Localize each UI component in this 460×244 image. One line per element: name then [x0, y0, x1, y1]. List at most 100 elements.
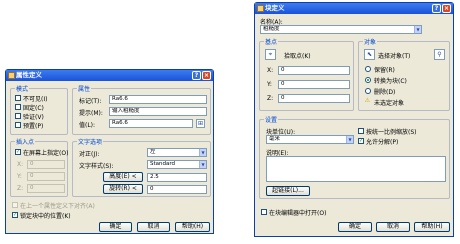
close-button[interactable]: ×: [442, 4, 451, 13]
delete-label: 删除(D): [374, 89, 396, 96]
insert-field-icon[interactable]: ⊞: [196, 119, 205, 128]
help-title-button[interactable]: ?: [432, 4, 441, 13]
title-bar[interactable]: 块定义 ? ×: [255, 3, 453, 14]
rotation-button[interactable]: 旋转(R) <: [103, 184, 143, 194]
specify-onscreen-checkbox[interactable]: ✓: [15, 149, 21, 155]
base-z-label: Z:: [267, 95, 274, 102]
tag-label: 标记(T):: [79, 98, 102, 105]
justify-value: 左: [150, 149, 156, 155]
settings-group: 设置 块单位(U): 毫米 ▼ 说明(E): 超链接(L)... 按统一比例缩放(…: [259, 115, 450, 199]
description-textarea[interactable]: [266, 156, 446, 182]
insert-x-input[interactable]: 0: [27, 160, 65, 169]
chevron-down-icon: ▼: [199, 161, 206, 168]
help-button[interactable]: 帮助(H): [175, 222, 210, 232]
text-options-label: 文字选项: [77, 137, 104, 146]
convert-to-block-label: 转换为块(C): [374, 78, 407, 85]
default-value-input[interactable]: Ra6.6: [109, 119, 193, 128]
chevron-down-icon: ▼: [199, 149, 206, 156]
objects-label: 对象: [363, 37, 378, 46]
cancel-button[interactable]: 取消: [137, 222, 170, 232]
text-height-input[interactable]: 2.5: [147, 173, 207, 182]
app-icon: [257, 5, 264, 12]
scale-uniformly-checkbox[interactable]: [358, 128, 364, 134]
base-x-input[interactable]: 0: [278, 66, 350, 75]
scale-uniformly-label: 按统一比例缩放(S): [366, 129, 417, 136]
base-y-label: Y:: [267, 81, 272, 88]
allow-explode-checkbox[interactable]: ✓: [358, 138, 364, 144]
objects-group: 对象 ⬉ 选择对象(T) ⚲ 保留(R) 转换为块(C) 删除(D) ⚠ 未选定…: [358, 37, 450, 111]
attribute-group-label: 属性: [77, 84, 92, 93]
ok-button[interactable]: 确定: [338, 222, 372, 232]
lock-position-label: 锁定块中的位置(K): [20, 213, 71, 220]
default-value-label: 值(L):: [79, 122, 96, 129]
text-style-value: Standard: [150, 161, 176, 167]
insert-y-label: Y:: [17, 173, 22, 180]
constant-checkbox[interactable]: [15, 104, 21, 110]
justify-select[interactable]: 左 ▼: [147, 148, 207, 157]
tag-input[interactable]: Ra6.6: [109, 95, 207, 104]
align-below-checkbox[interactable]: [12, 202, 18, 208]
block-definition-dialog: 块定义 ? × 名称(A): 粗糙度 ▼ 基点 ⌖ 拾取点(K) X: 0 Y: …: [254, 2, 454, 237]
block-unit-select[interactable]: 毫米 ▼: [266, 135, 354, 144]
convert-to-block-radio[interactable]: [365, 77, 371, 83]
select-objects-button[interactable]: 选择对象(T): [378, 51, 410, 60]
insert-z-label: Z:: [17, 185, 24, 192]
rotation-input[interactable]: 0: [147, 185, 207, 194]
base-y-input[interactable]: 0: [278, 80, 350, 89]
mode-group: 模式 不可见(I) 固定(C) 验证(V) 预置(P): [10, 84, 68, 135]
mode-group-label: 模式: [15, 84, 30, 93]
chevron-down-icon: ▼: [414, 26, 421, 33]
chevron-down-icon: ▼: [346, 136, 353, 143]
prompt-label: 提示(M):: [79, 110, 103, 117]
text-options-group: 文字选项 对正(J): 左 ▼ 文字样式(S): Standard ▼ 高度(E) …: [72, 137, 211, 197]
attribute-definition-dialog: 属性定义 ? × 模式 不可见(I) 固定(C) 验证(V) 预置(P) 属性 …: [5, 69, 214, 234]
title-bar[interactable]: 属性定义 ? ×: [6, 70, 213, 81]
insert-x-label: X:: [17, 161, 24, 168]
quick-select-icon[interactable]: ⚲: [434, 49, 445, 60]
cancel-button[interactable]: 取消: [376, 222, 410, 232]
prompt-input[interactable]: 输入粗糙度: [109, 107, 207, 116]
hyperlink-button[interactable]: 超链接(L)...: [266, 186, 310, 196]
insert-y-input[interactable]: 0: [27, 172, 65, 181]
help-button[interactable]: 帮助(H): [414, 222, 450, 232]
invisible-label: 不可见(I): [23, 96, 48, 103]
verify-label: 验证(V): [23, 114, 44, 121]
base-point-group: 基点 ⌖ 拾取点(K) X: 0 Y: 0 Z: 0: [259, 37, 354, 111]
allow-explode-label: 允许分解(P): [366, 139, 399, 146]
lock-position-checkbox[interactable]: ✓: [12, 212, 18, 218]
base-x-label: X:: [267, 67, 274, 74]
block-name-combo[interactable]: 粗糙度 ▼: [260, 25, 422, 34]
crosshair-pick-icon[interactable]: ⌖: [265, 49, 276, 60]
help-title-button[interactable]: ?: [192, 71, 201, 80]
delete-radio[interactable]: [365, 88, 371, 94]
open-in-block-editor-label: 在块编辑器中打开(O): [269, 210, 327, 217]
cursor-select-icon[interactable]: ⬉: [364, 49, 375, 60]
block-unit-value: 毫米: [269, 136, 281, 142]
text-height-button[interactable]: 高度(E) <: [103, 172, 143, 182]
insert-z-input[interactable]: 0: [27, 184, 65, 193]
close-button[interactable]: ×: [202, 71, 211, 80]
retain-label: 保留(R): [374, 67, 395, 74]
verify-checkbox[interactable]: [15, 113, 21, 119]
text-style-label: 文字样式(S):: [79, 163, 114, 170]
ok-button[interactable]: 确定: [99, 222, 132, 232]
base-z-input[interactable]: 0: [278, 94, 350, 103]
preset-label: 预置(P): [23, 123, 44, 130]
insertion-point-group: 插入点 ✓ 在屏幕上指定(O) X: 0 Y: 0 Z: 0: [10, 137, 69, 197]
specify-onscreen-label: 在屏幕上指定(O): [23, 150, 69, 157]
base-point-label: 基点: [264, 37, 279, 46]
open-in-block-editor-checkbox[interactable]: [261, 209, 267, 215]
dialog-title: 属性定义: [16, 71, 42, 79]
app-icon: [8, 72, 15, 79]
invisible-checkbox[interactable]: [15, 95, 21, 101]
settings-label: 设置: [264, 115, 279, 124]
preset-checkbox[interactable]: [15, 122, 21, 128]
dialog-title: 块定义: [265, 4, 285, 12]
retain-radio[interactable]: [365, 66, 371, 72]
pick-point-button[interactable]: 拾取点(K): [284, 51, 311, 60]
text-style-select[interactable]: Standard ▼: [147, 160, 207, 169]
attribute-group: 属性 标记(T): Ra6.6 提示(M): 输入粗糙度 值(L): Ra6.6…: [72, 84, 211, 135]
constant-label: 固定(C): [23, 105, 44, 112]
block-name-value: 粗糙度: [263, 26, 280, 32]
insertion-group-label: 插入点: [15, 137, 36, 146]
